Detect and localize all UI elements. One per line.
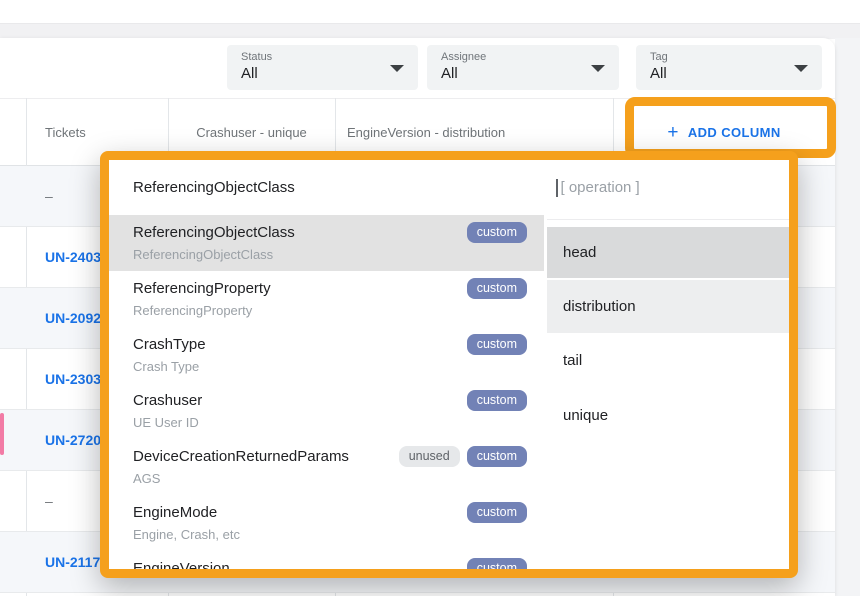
unused-badge: unused <box>399 446 460 467</box>
operation-option-tail[interactable]: tail <box>547 333 789 388</box>
row-priority-marker <box>0 413 4 455</box>
custom-badge: custom <box>467 446 527 467</box>
field-name: EngineVersion <box>133 560 230 569</box>
custom-badge: custom <box>467 390 527 411</box>
field-name: DeviceCreationReturnedParams <box>133 448 349 465</box>
field-option-enginemode[interactable]: EngineMode custom Engine, Crash, etc <box>109 495 544 551</box>
popup-input-row: ReferencingObjectClass [ operation ] <box>109 160 789 215</box>
field-search-input[interactable]: ReferencingObjectClass <box>109 160 544 215</box>
field-description: Crash Type <box>133 359 527 374</box>
plus-icon: + <box>667 123 679 142</box>
custom-badge: custom <box>467 222 527 243</box>
status-filter-dropdown[interactable]: Status All <box>227 45 418 90</box>
chevron-down-icon <box>794 65 808 72</box>
operation-input[interactable]: [ operation ] <box>544 160 789 215</box>
custom-badge: custom <box>467 334 527 355</box>
crash-analytics-screen: Status All Assignee All Tag All Tickets … <box>0 0 860 596</box>
operation-options-list: head distribution tail unique <box>547 215 789 569</box>
custom-badge: custom <box>467 278 527 299</box>
field-description: ReferencingObjectClass <box>133 247 527 262</box>
field-name: ReferencingProperty <box>133 280 271 297</box>
ticket-link[interactable]: UN-2403 <box>45 249 101 265</box>
chevron-down-icon <box>591 65 605 72</box>
status-filter-value: All <box>241 64 404 84</box>
custom-badge: custom <box>467 502 527 523</box>
page-background-band <box>0 23 860 39</box>
ticket-link[interactable]: UN-2720 <box>45 432 101 448</box>
ticket-empty: – <box>45 493 53 509</box>
chevron-down-icon <box>390 65 404 72</box>
field-name: Crashuser <box>133 392 202 409</box>
field-options-list: ReferencingObjectClass custom Referencin… <box>109 215 544 569</box>
status-filter-label: Status <box>241 51 404 64</box>
field-name: ReferencingObjectClass <box>133 224 295 241</box>
field-option-referencingobjectclass[interactable]: ReferencingObjectClass custom Referencin… <box>109 215 544 271</box>
tag-filter-value: All <box>650 64 808 84</box>
field-option-crashuser[interactable]: Crashuser custom UE User ID <box>109 383 544 439</box>
assignee-filter-dropdown[interactable]: Assignee All <box>427 45 619 90</box>
operation-option-unique[interactable]: unique <box>547 388 789 443</box>
field-description: ReferencingProperty <box>133 303 527 318</box>
field-option-devicecreationreturnedparams[interactable]: DeviceCreationReturnedParams unused cust… <box>109 439 544 495</box>
field-option-referencingproperty[interactable]: ReferencingProperty custom ReferencingPr… <box>109 271 544 327</box>
ticket-link[interactable]: UN-2117 <box>45 554 100 570</box>
assignee-filter-value: All <box>441 64 605 84</box>
ticket-empty: – <box>45 188 53 204</box>
ticket-link[interactable]: UN-2092 <box>45 310 101 326</box>
popup-body: ReferencingObjectClass custom Referencin… <box>109 215 789 569</box>
tag-filter-dropdown[interactable]: Tag All <box>636 45 822 90</box>
field-name: CrashType <box>133 336 206 353</box>
field-description: Engine, Crash, etc <box>133 527 527 542</box>
ticket-link[interactable]: UN-2303 <box>45 371 101 387</box>
tag-filter-label: Tag <box>650 51 808 64</box>
add-column-label: ADD COLUMN <box>688 125 781 140</box>
operation-placeholder: [ operation ] <box>561 179 640 196</box>
add-column-popup: ReferencingObjectClass [ operation ] Ref… <box>100 151 798 578</box>
field-option-crashtype[interactable]: CrashType custom Crash Type <box>109 327 544 383</box>
add-column-button[interactable]: + ADD COLUMN <box>661 122 786 143</box>
assignee-filter-label: Assignee <box>441 51 605 64</box>
custom-badge: custom <box>467 558 527 569</box>
text-cursor <box>556 179 558 197</box>
field-description: UE User ID <box>133 415 527 430</box>
operation-option-distribution[interactable]: distribution <box>547 280 789 333</box>
operations-divider <box>547 215 789 227</box>
field-name: EngineMode <box>133 504 217 521</box>
operation-option-head[interactable]: head <box>547 227 789 278</box>
field-description: AGS <box>133 471 527 486</box>
field-option-engineversion[interactable]: EngineVersion custom <box>109 551 544 569</box>
page-background-strip <box>835 38 860 596</box>
